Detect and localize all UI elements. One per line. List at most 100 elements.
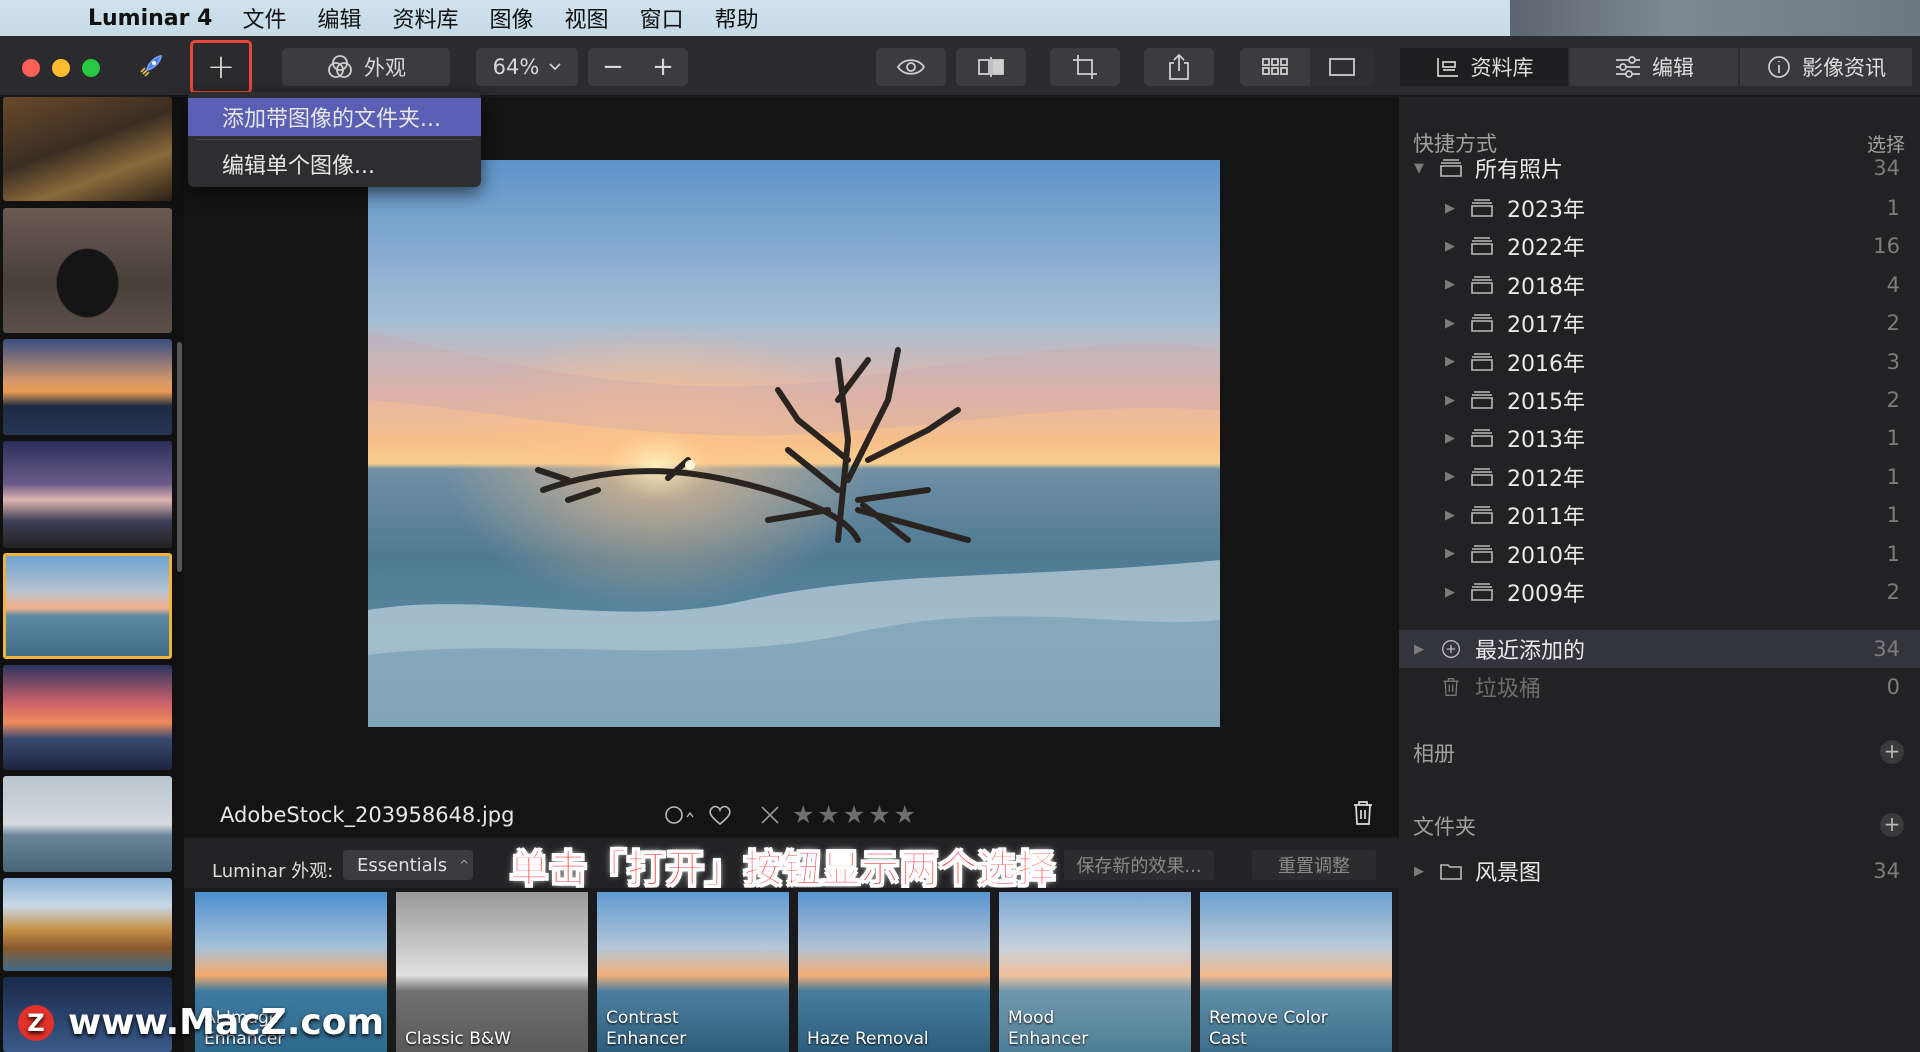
tab-edit[interactable]: 编辑	[1570, 48, 1738, 86]
file-info-bar: AdobeStock_203958648.jpg ★★★★★	[184, 790, 1399, 838]
preset-mood-enhancer[interactable]: Mood Enhancer	[999, 892, 1191, 1052]
share-button[interactable]	[1144, 48, 1214, 86]
chevron-right-icon[interactable]: ▶	[1414, 642, 1424, 657]
menu-edit[interactable]: 编辑	[318, 2, 362, 34]
folder-label: 风景图	[1475, 861, 1542, 886]
menu-image[interactable]: 图像	[490, 2, 534, 34]
tab-info[interactable]: 影像资讯	[1740, 48, 1912, 86]
chevron-up-icon: ^	[459, 858, 470, 872]
add-album-button[interactable]: +	[1880, 740, 1904, 764]
crop-button[interactable]	[1050, 48, 1120, 86]
looks-label-text: Luminar 外观:	[212, 861, 334, 882]
preset-contrast-enhancer[interactable]: Contrast Enhancer	[597, 892, 789, 1052]
filmstrip-scrollbar[interactable]	[177, 342, 182, 572]
chevron-right-icon[interactable]: ▶	[1445, 546, 1455, 561]
chevron-right-icon[interactable]: ▶	[1445, 585, 1455, 600]
main-photo[interactable]	[368, 160, 1220, 727]
looks-button[interactable]: 外观	[282, 48, 450, 86]
year-count: 1	[1886, 196, 1900, 220]
chevron-right-icon[interactable]: ▶	[1445, 508, 1455, 523]
menu-help[interactable]: 帮助	[715, 2, 759, 34]
close-window-button[interactable]	[22, 59, 40, 77]
stack-icon	[1471, 314, 1493, 332]
minimize-window-button[interactable]	[52, 59, 70, 77]
thumbnail-driftwood-selected[interactable]	[3, 553, 172, 659]
year-item[interactable]: ▶ 2010年 1	[1399, 535, 1920, 573]
app-name-menu[interactable]: Luminar 4	[88, 6, 212, 31]
preview-eye-button[interactable]	[876, 48, 946, 86]
reset-adjustments-button[interactable]: 重置调整	[1252, 850, 1376, 880]
looks-collection-select[interactable]: Essentials ^	[343, 850, 473, 880]
tab-library[interactable]: 资料库	[1400, 48, 1568, 86]
thumbnail-sailboats[interactable]	[3, 776, 172, 872]
mode-tabs: 资料库 编辑 影像资讯	[1398, 48, 1912, 86]
thumbnail-street[interactable]	[3, 97, 172, 201]
color-label-icon[interactable]	[664, 805, 696, 825]
add-photos-button[interactable]: +	[190, 40, 252, 94]
preset-remove-color-cast[interactable]: Remove Color Cast	[1200, 892, 1392, 1052]
looks-bar: Luminar 外观: Essentials ^ 单击「打开」按钮显示两个选择 …	[184, 838, 1399, 892]
zoom-stepper: − +	[588, 48, 688, 86]
year-label: 2012年	[1507, 466, 1585, 492]
gallery-view-button[interactable]	[1240, 48, 1310, 86]
chevron-right-icon[interactable]: ▶	[1445, 469, 1455, 484]
year-item[interactable]: ▶ 2018年 4	[1399, 266, 1920, 304]
zoom-window-button[interactable]	[82, 59, 100, 77]
chevron-right-icon[interactable]: ▶	[1445, 354, 1455, 369]
year-item[interactable]: ▶ 2022年 16	[1399, 227, 1920, 265]
trash-icon[interactable]	[1352, 800, 1374, 826]
year-count: 4	[1886, 272, 1900, 297]
share-icon	[1169, 53, 1189, 80]
year-item[interactable]: ▶ 2023年 1	[1399, 189, 1920, 227]
mac-menubar: Luminar 4 文件 编辑 资料库 图像 视图 窗口 帮助	[0, 0, 1920, 46]
plus-icon: +	[206, 47, 236, 87]
reject-icon[interactable]	[758, 804, 782, 826]
filmstrip	[0, 97, 184, 1052]
menu-library[interactable]: 资料库	[393, 2, 459, 34]
compare-button[interactable]	[956, 48, 1026, 86]
rocket-icon[interactable]	[128, 48, 172, 86]
thumbnail-sunset-rocks[interactable]	[3, 339, 172, 435]
chevron-right-icon[interactable]: ▶	[1445, 393, 1455, 408]
year-item[interactable]: ▶ 2013年 1	[1399, 419, 1920, 457]
zoom-out-button[interactable]: −	[602, 52, 624, 82]
year-item[interactable]: ▶ 2016年 3	[1399, 343, 1920, 381]
looks-collection-value: Essentials	[357, 854, 448, 876]
add-folder-menu-item[interactable]: 添加带图像的文件夹...	[188, 98, 481, 136]
thumbnail-sunset-pier[interactable]	[3, 665, 172, 770]
thumbnail-archway[interactable]	[3, 208, 172, 333]
chevron-right-icon[interactable]: ▶	[1445, 239, 1455, 254]
zoom-in-button[interactable]: +	[652, 52, 674, 82]
chevron-right-icon[interactable]: ▶	[1445, 431, 1455, 446]
site-watermark: Z www.MacZ.com	[18, 1002, 384, 1043]
edit-single-image-menu-item[interactable]: 编辑单个图像...	[188, 145, 481, 183]
menu-view[interactable]: 视图	[565, 2, 609, 34]
preset-classic-bw[interactable]: Classic B&W	[396, 892, 588, 1052]
thumbnail-autumn-lake[interactable]	[3, 878, 172, 971]
preset-haze-removal[interactable]: Haze Removal	[798, 892, 990, 1052]
recently-added-item[interactable]: ▶ 最近添加的 34	[1399, 630, 1920, 668]
menu-file[interactable]: 文件	[242, 2, 286, 34]
year-item[interactable]: ▶ 2017年 2	[1399, 304, 1920, 342]
thumbnail-mountain-night[interactable]	[3, 441, 172, 548]
chevron-down-icon[interactable]: ▼	[1414, 161, 1424, 176]
year-item[interactable]: ▶ 2011年 1	[1399, 496, 1920, 534]
star-rating[interactable]: ★★★★★	[792, 800, 919, 829]
single-view-button[interactable]	[1310, 48, 1374, 86]
menu-window[interactable]: 窗口	[640, 2, 684, 34]
add-folder-button[interactable]: +	[1880, 813, 1904, 837]
year-item[interactable]: ▶ 2015年 2	[1399, 381, 1920, 419]
chevron-right-icon[interactable]: ▶	[1414, 864, 1424, 879]
chevron-right-icon[interactable]: ▶	[1445, 316, 1455, 331]
zoom-select[interactable]: 64%	[476, 48, 578, 86]
year-item[interactable]: ▶ 2012年 1	[1399, 458, 1920, 496]
folder-item[interactable]: ▶ 风景图 34	[1399, 852, 1920, 890]
trash-item[interactable]: 垃圾桶 0	[1399, 668, 1920, 706]
heart-icon[interactable]	[706, 804, 734, 826]
albums-heading: 相册	[1413, 742, 1455, 766]
all-photos-item[interactable]: ▼ 所有照片 34	[1399, 149, 1920, 187]
save-look-button[interactable]: 保存新的效果...	[1064, 850, 1214, 880]
chevron-right-icon[interactable]: ▶	[1445, 277, 1455, 292]
year-item[interactable]: ▶ 2009年 2	[1399, 573, 1920, 611]
chevron-right-icon[interactable]: ▶	[1445, 201, 1455, 216]
